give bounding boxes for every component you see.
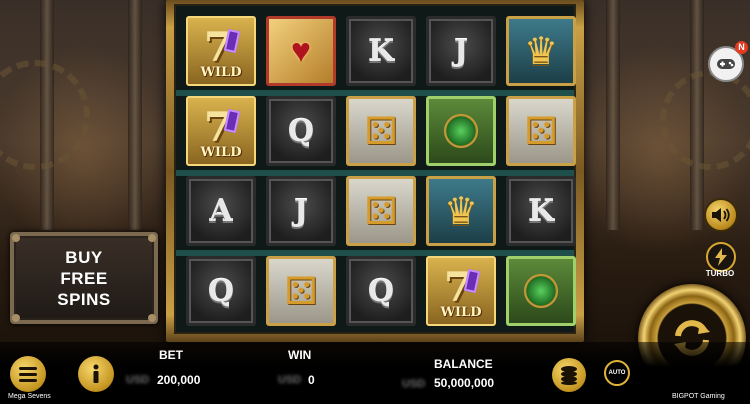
- symbol-crown: ♛: [426, 176, 496, 246]
- info-button[interactable]: [78, 356, 114, 392]
- symbol-dice: ⚄: [266, 256, 336, 326]
- symbol-letter: Q: [367, 273, 395, 309]
- dice-icon: ⚄: [524, 110, 558, 153]
- bet-value: 200,000: [157, 373, 201, 387]
- auto-label: AUTO: [608, 370, 626, 376]
- dice-icon: ⚄: [364, 190, 398, 233]
- brand-name: BIGPOT Gaming: [672, 393, 725, 400]
- buy-free-spins-button[interactable]: BUY FREE SPINS: [10, 232, 158, 324]
- coin-stack-icon: [561, 366, 577, 385]
- symbol-emerald: [506, 256, 576, 326]
- frame-bolt: [148, 314, 156, 322]
- reel-cell: A: [186, 176, 256, 246]
- symbol-letter-k: K: [346, 16, 416, 86]
- reel-cell: ♛: [426, 176, 496, 246]
- symbol-letter-j: J: [426, 16, 496, 86]
- sound-button[interactable]: [704, 198, 738, 232]
- symbol-wild-seven: 7 WILD: [186, 16, 256, 86]
- game-name: Mega Sevens: [8, 393, 51, 400]
- autoplay-button[interactable]: AUTO: [604, 360, 630, 386]
- symbol-letter: A: [209, 193, 233, 229]
- reel-cell: 7 WILD: [186, 96, 256, 166]
- balance-currency: USD: [402, 378, 426, 390]
- gamepad-icon: [717, 59, 735, 69]
- buy-label-line1: BUY: [65, 247, 103, 267]
- symbol-letter-q: Q: [266, 96, 336, 166]
- symbol-letter-q: Q: [186, 256, 256, 326]
- menu-button[interactable]: [10, 356, 46, 392]
- reel-cell: ♛: [506, 16, 576, 86]
- bet-currency: USD: [126, 374, 150, 386]
- win-value: 0: [308, 373, 315, 387]
- symbol-letter-q: Q: [346, 256, 416, 326]
- reel-grid: 7 WILD ♥ K J ♛ 7 WILD Q ⚄ ⚄ A J ⚄ ♛ K Q ⚄ Q 7 WILD: [174, 4, 576, 334]
- reel-cell: Q: [186, 256, 256, 326]
- symbol-dice: ⚄: [346, 96, 416, 166]
- reel-frame: 7 WILD ♥ K J ♛ 7 WILD Q ⚄ ⚄ A J ⚄ ♛ K Q ⚄ Q 7 WILD: [166, 0, 584, 342]
- balance-label: BALANCE: [434, 357, 493, 371]
- reel-cell: K: [506, 176, 576, 246]
- buy-label-line3: SPINS: [57, 289, 111, 309]
- win-currency: USD: [278, 374, 302, 386]
- symbol-crown: ♛: [506, 16, 576, 86]
- reel-cell: [506, 256, 576, 326]
- symbol-letter: Q: [207, 273, 235, 309]
- emerald-icon: [524, 274, 558, 308]
- reel-cell: ⚄: [346, 176, 416, 246]
- frame-bolt: [12, 234, 20, 242]
- turbo-button[interactable]: [706, 242, 736, 272]
- buy-label-line2: FREE: [60, 268, 108, 288]
- symbol-letter: J: [453, 33, 469, 69]
- symbol-letter: J: [293, 193, 309, 229]
- crown-icon: ♛: [443, 190, 479, 233]
- symbol-heart: ♥: [266, 16, 336, 86]
- reel-cell: J: [426, 16, 496, 86]
- reel-cell: ♥: [266, 16, 336, 86]
- symbol-wild-seven: 7 WILD: [426, 256, 496, 326]
- reel-cell: J: [266, 176, 336, 246]
- info-icon: [93, 364, 99, 383]
- symbol-wild-seven: 7 WILD: [186, 96, 256, 166]
- symbol-emerald: [426, 96, 496, 166]
- win-label: WIN: [288, 348, 312, 362]
- frame-bolt: [12, 314, 20, 322]
- reel-cell: ⚄: [346, 96, 416, 166]
- reel-cell: [426, 96, 496, 166]
- reel-cell: Q: [266, 96, 336, 166]
- symbol-dice: ⚄: [506, 96, 576, 166]
- balance-value: 50,000,000: [434, 376, 495, 390]
- reel-cell: ⚄: [506, 96, 576, 166]
- frame-bolt: [148, 234, 156, 242]
- reel-cell: K: [346, 16, 416, 86]
- wild-label: WILD: [200, 65, 242, 80]
- reel-cell: 7 WILD: [426, 256, 496, 326]
- symbol-dice: ⚄: [346, 176, 416, 246]
- lightning-icon: [715, 248, 727, 266]
- heart-icon: ♥: [290, 31, 312, 70]
- dice-icon: ⚄: [364, 110, 398, 153]
- symbol-letter: Q: [287, 113, 315, 149]
- symbol-letter-a: A: [186, 176, 256, 246]
- background-pillar: [606, 0, 620, 230]
- menu-icon: [19, 367, 37, 382]
- symbol-letter: K: [367, 33, 395, 69]
- speaker-icon: [712, 208, 730, 222]
- wild-label: WILD: [440, 305, 482, 320]
- wild-label: WILD: [200, 145, 242, 160]
- notification-badge: N: [735, 41, 748, 54]
- background-gear: [660, 70, 750, 170]
- emerald-icon: [444, 114, 478, 148]
- reel-cell: 7 WILD: [186, 16, 256, 86]
- bet-label: BET: [159, 348, 183, 362]
- reel-cell: Q: [346, 256, 416, 326]
- bet-stake-button[interactable]: [552, 358, 586, 392]
- dice-icon: ⚄: [284, 270, 318, 313]
- turbo-label: TURBO: [705, 269, 735, 278]
- background-pillar: [128, 0, 142, 230]
- crown-icon: ♛: [523, 30, 559, 73]
- symbol-letter: K: [527, 193, 555, 229]
- reel-cell: ⚄: [266, 256, 336, 326]
- symbol-letter-j: J: [266, 176, 336, 246]
- symbol-letter-k: K: [506, 176, 576, 246]
